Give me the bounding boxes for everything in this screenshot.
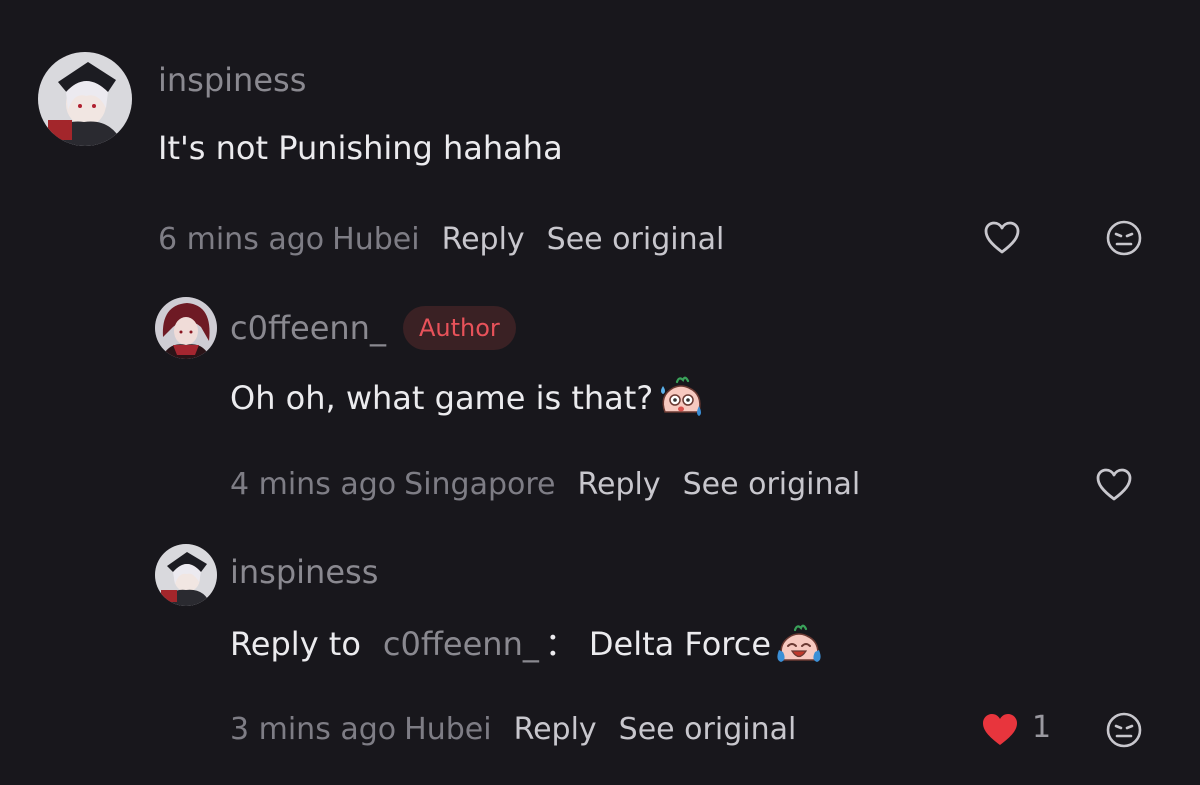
comment-meta: 3 mins ago Hubei Reply See original bbox=[230, 710, 796, 750]
comment-text-content: Oh oh, what game is that? bbox=[230, 379, 654, 417]
crying-laughing-face-emoji bbox=[773, 618, 825, 670]
reply-separator: ： bbox=[544, 625, 577, 663]
avatar[interactable] bbox=[155, 544, 217, 606]
reply-item: c0ffeenn_ Author Oh oh, what game is tha… bbox=[0, 280, 1200, 520]
comment-text: It's not Punishing hahaha bbox=[158, 126, 563, 170]
neutral-face-icon[interactable] bbox=[1102, 216, 1146, 260]
comment-location: Hubei bbox=[404, 712, 492, 747]
comment-time: 6 mins ago bbox=[158, 222, 325, 257]
comment-text: Reply to c0ffeenn_ ： Delta Force bbox=[230, 618, 825, 670]
reply-to-label: Reply to bbox=[230, 625, 361, 663]
see-original-button[interactable]: See original bbox=[683, 465, 861, 505]
like-count: 1 bbox=[1032, 710, 1052, 745]
reply-button[interactable]: Reply bbox=[514, 710, 597, 750]
comment-meta: 4 mins ago Singapore Reply See original bbox=[230, 465, 860, 505]
comment-thread: inspiness It's not Punishing hahaha 6 mi… bbox=[0, 0, 1200, 785]
mention-link[interactable]: c0ffeenn_ bbox=[383, 622, 539, 666]
comment-location: Singapore bbox=[404, 467, 556, 502]
comment-username[interactable]: c0ffeenn_ bbox=[230, 308, 386, 348]
see-original-button[interactable]: See original bbox=[547, 220, 725, 260]
comment-time: 3 mins ago bbox=[230, 712, 397, 747]
comment-text-content: It's not Punishing hahaha bbox=[158, 129, 563, 167]
avatar[interactable] bbox=[38, 52, 132, 146]
comment-meta: 6 mins ago Hubei Reply See original bbox=[158, 220, 724, 260]
heart-outline-icon[interactable] bbox=[980, 216, 1024, 260]
comment-item: inspiness It's not Punishing hahaha 6 mi… bbox=[0, 0, 1200, 280]
reply-button[interactable]: Reply bbox=[442, 220, 525, 260]
sweating-face-emoji bbox=[655, 372, 707, 424]
avatar[interactable] bbox=[155, 297, 217, 359]
comment-location: Hubei bbox=[332, 222, 420, 257]
comment-username[interactable]: inspiness bbox=[230, 552, 378, 592]
comment-username[interactable]: inspiness bbox=[158, 60, 306, 100]
neutral-face-icon[interactable] bbox=[1102, 708, 1146, 752]
author-badge: Author bbox=[403, 306, 516, 350]
heart-outline-icon[interactable] bbox=[1092, 463, 1136, 507]
comment-time: 4 mins ago bbox=[230, 467, 397, 502]
reply-item: inspiness Reply to c0ffeenn_ ： Delta For… bbox=[0, 520, 1200, 785]
heart-filled-icon[interactable] bbox=[978, 708, 1022, 752]
comment-text: Oh oh, what game is that? bbox=[230, 372, 707, 424]
reply-button[interactable]: Reply bbox=[578, 465, 661, 505]
comment-text-content: Delta Force bbox=[588, 625, 771, 663]
see-original-button[interactable]: See original bbox=[619, 710, 797, 750]
